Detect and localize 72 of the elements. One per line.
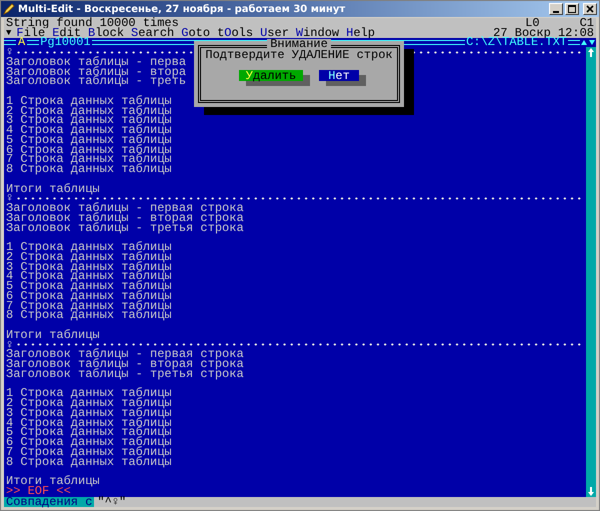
text-line: Заголовок таблицы - вторая строка — [6, 359, 244, 370]
scrollbar[interactable] — [586, 47, 596, 498]
dialog-message: Подтвердите УДАЛЕНИЕ строк — [205, 50, 393, 60]
text-line: 1 Строка данных таблицы — [6, 96, 172, 106]
text-line: 2 Строка данных таблицы — [6, 398, 172, 408]
page-break-mark: ♀ — [6, 340, 14, 350]
minimize-button[interactable] — [549, 3, 563, 15]
line-indicator: L0 — [525, 18, 540, 28]
text-line: Заголовок таблицы - втора — [6, 66, 186, 77]
text-line: Заголовок таблицы - перва — [6, 56, 186, 67]
dialog-button[interactable]: Нет — [319, 70, 359, 82]
text-line: 3 Строка данных таблицы — [6, 262, 172, 272]
text-line: 5 Строка данных таблицы — [6, 134, 172, 145]
text-line: 6 Строка данных таблицы — [6, 144, 172, 155]
menu-item[interactable]: Search — [131, 28, 174, 38]
text-line: Заголовок таблицы - третья строка — [6, 368, 244, 379]
menu-item[interactable]: tOols — [217, 28, 254, 38]
text-line: 4 Строка данных таблицы — [6, 125, 172, 136]
text-line: 4 Строка данных таблицы — [6, 271, 172, 282]
maximize-button[interactable] — [565, 3, 579, 15]
menu-item[interactable]: Window — [296, 28, 340, 38]
text-line: 8 Строка данных таблицы — [6, 456, 172, 467]
page-break-mark: ♀ — [6, 193, 14, 204]
status-message: String found 10000 times — [6, 18, 179, 28]
maximize-icon — [568, 5, 576, 13]
text-line: Заголовок таблицы - первая строка — [6, 349, 244, 360]
menu-item[interactable]: Edit — [52, 28, 82, 38]
text-line: 2 Строка данных таблицы — [6, 106, 172, 116]
page-indicator: Pg10001 — [40, 37, 91, 48]
text-line: 7 Строка данных таблицы — [6, 300, 172, 311]
page-break-mark: ♀ — [6, 47, 14, 58]
eof-marker: >> EOF << — [6, 486, 71, 496]
scroll-down-icon[interactable] — [587, 487, 595, 496]
text-line: 5 Строка данных таблицы — [6, 427, 172, 438]
text-line: Заголовок таблицы - первая строка — [6, 203, 244, 214]
text-line: Итоги таблицы — [6, 184, 100, 194]
close-button[interactable] — [583, 3, 597, 15]
file-name: C:\Z\TABLE.TXT — [465, 37, 567, 48]
menu-item[interactable]: Block — [88, 28, 124, 38]
menu-item[interactable]: User — [260, 28, 289, 38]
text-line: 5 Строка данных таблицы — [6, 281, 172, 292]
text-line: 2 Строка данных таблицы — [6, 252, 172, 262]
text-line: 1 Строка данных таблицы — [6, 388, 172, 398]
text-line: 1 Строка данных таблицы — [6, 242, 172, 252]
text-line: Заголовок таблицы - третья строка — [6, 222, 244, 233]
text-line: 7 Строка данных таблицы — [6, 154, 172, 164]
menu-arrow[interactable]: ▼ — [6, 28, 12, 38]
column-indicator: C1 — [580, 18, 594, 28]
pencil-icon — [3, 3, 15, 15]
text-line: 7 Строка данных таблицы — [6, 446, 172, 457]
window-arrows-icon[interactable] — [580, 38, 596, 46]
prompt-value: "^♀" — [96, 497, 128, 508]
menu-item[interactable]: Goto — [181, 28, 210, 38]
text-line: Итоги таблицы — [6, 476, 100, 486]
text-line: 6 Строка данных таблицы — [6, 290, 172, 301]
text-line: 8 Строка данных таблицы — [6, 310, 172, 320]
dialog-title: Внимание — [267, 39, 331, 50]
insert-mode-indicator: A — [18, 37, 26, 48]
menu-item[interactable]: Help — [346, 28, 375, 38]
text-line: Заголовок таблицы - треть — [6, 76, 186, 86]
text-line: 8 Строка данных таблицы — [6, 164, 172, 174]
text-line: 6 Строка данных таблицы — [6, 437, 172, 448]
menu-item[interactable]: File — [16, 28, 46, 38]
text-line: 3 Строка данных таблицы — [6, 408, 172, 418]
text-line: 3 Строка данных таблицы — [6, 115, 172, 126]
text-line: 4 Строка данных таблицы — [6, 418, 172, 428]
close-icon — [586, 5, 594, 13]
prompt-label: Совпадения с — [4, 497, 94, 508]
dialog-button[interactable]: Удалить — [239, 70, 303, 82]
window-title: Multi-Edit - Воскресенье, 27 ноября - работаем 30 минут — [18, 4, 346, 14]
text-line: Заголовок таблицы - вторая строка — [6, 212, 244, 223]
text-line: Итоги таблицы — [6, 330, 100, 340]
